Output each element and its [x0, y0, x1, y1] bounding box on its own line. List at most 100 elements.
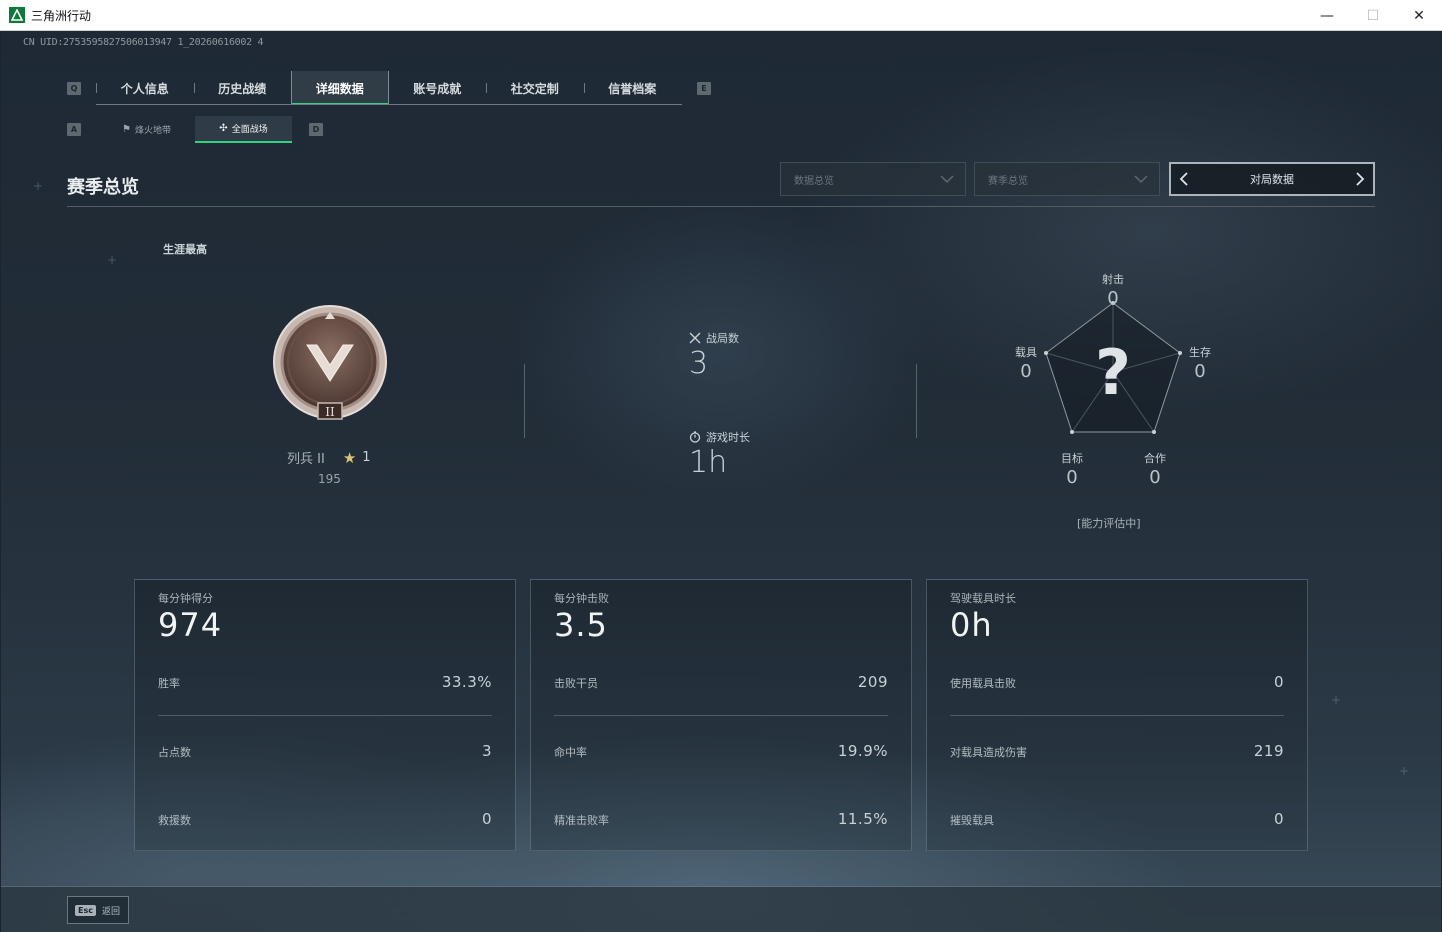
chevron-down-icon — [940, 175, 954, 184]
subtab-flame-zone[interactable]: ⚑ 烽火地带 — [98, 116, 195, 143]
playtime-value: 1h — [689, 445, 728, 480]
crosshair-deco-icon: + — [107, 253, 118, 267]
close-button[interactable]: ✕ — [1396, 0, 1442, 31]
tab-personal-info[interactable]: 个人信息 — [96, 71, 194, 105]
season-dropdown[interactable]: 赛季总览 — [974, 162, 1160, 196]
card-divider — [158, 715, 492, 716]
radar-value-objective: 0 — [1066, 467, 1078, 488]
stat-value: 0 — [481, 810, 492, 828]
app-logo-icon — [9, 7, 25, 23]
tab-detailed-data[interactable]: 详细数据 — [291, 71, 389, 105]
radar-label-survival: 生存 — [1189, 346, 1211, 359]
stat-row: 摧毁载具 0 — [950, 810, 1284, 830]
stat-value: 3 — [481, 742, 492, 760]
rank-info: 列兵 II ★ 1 — [287, 448, 371, 468]
key-hint-d: D — [309, 123, 323, 136]
radar-label-vehicle: 载具 — [1015, 346, 1037, 359]
tab-history[interactable]: 历史战绩 — [193, 71, 292, 105]
main-tabs: 个人信息 历史战绩 详细数据 账号成就 社交定制 信誉档案 — [96, 71, 681, 105]
stat-label: 占点数 — [158, 746, 191, 759]
tab-separator — [193, 83, 195, 93]
stopwatch-icon — [689, 431, 701, 443]
card-head-value: 0h — [950, 606, 993, 644]
stat-value: 0 — [1273, 673, 1284, 691]
radar-label-shooting: 射击 — [1102, 273, 1124, 286]
tab-achievements[interactable]: 账号成就 — [389, 71, 487, 105]
stat-label: 对载具造成伤害 — [950, 746, 1027, 759]
stat-card-vehicle: 驾驶载具时长 0h 使用载具击败 0 对载具造成伤害 219 摧毁载具 0 — [926, 579, 1308, 851]
dropdown-value: 数据总览 — [794, 175, 834, 187]
stat-row: 胜率 33.3% — [158, 673, 492, 693]
rank-numeral: II — [325, 405, 335, 419]
crosshair-deco-icon: + — [1399, 764, 1410, 778]
ability-radar-chart: ? 射击 0 生存 0 合作 0 目标 0 载具 0 — [1002, 252, 1226, 492]
key-hint-a: A — [67, 123, 81, 136]
rank-name: 列兵 II — [287, 452, 325, 467]
matches-label-text: 战局数 — [706, 332, 739, 345]
card-head-label: 每分钟得分 — [158, 592, 213, 605]
tab-label: 历史战绩 — [218, 81, 267, 96]
tab-reputation[interactable]: 信誉档案 — [583, 71, 682, 105]
tab-social[interactable]: 社交定制 — [486, 71, 584, 105]
playtime-label-text: 游戏时长 — [706, 431, 750, 444]
matches-label: 战局数 — [689, 330, 739, 346]
stat-row: 使用载具击败 0 — [950, 673, 1284, 693]
stat-value: 19.9% — [837, 742, 888, 760]
radar-unknown-mark: ? — [1095, 336, 1131, 409]
minimize-button[interactable]: — — [1304, 0, 1350, 31]
stat-value: 0 — [1273, 810, 1284, 828]
card-head-label: 每分钟击败 — [554, 592, 609, 605]
stat-row: 命中率 19.9% — [554, 742, 888, 762]
flame-zone-icon: ⚑ — [122, 124, 131, 135]
back-label: 返回 — [101, 906, 120, 917]
chevron-left-icon[interactable] — [1177, 171, 1191, 187]
radar-value-vehicle: 0 — [1020, 361, 1032, 382]
section-divider — [67, 206, 1375, 207]
stat-label: 摧毁载具 — [950, 814, 994, 827]
stat-card-score: 每分钟得分 974 胜率 33.3% 占点数 3 救援数 0 — [134, 579, 516, 851]
tab-label: 个人信息 — [120, 81, 169, 96]
player-uid: CN UID:2753595827506013947 1_20260616002… — [23, 37, 264, 48]
card-divider — [554, 715, 888, 716]
stat-row: 占点数 3 — [158, 742, 492, 762]
stat-row: 对载具造成伤害 219 — [950, 742, 1284, 762]
crossed-swords-icon — [689, 332, 701, 344]
game-stage: CN UID:2753595827506013947 1_20260616002… — [1, 31, 1441, 932]
data-overview-dropdown[interactable]: 数据总览 — [780, 162, 966, 196]
vertical-divider — [524, 364, 525, 438]
radar-value-shooting: 0 — [1107, 288, 1119, 309]
tabs-underline — [96, 104, 682, 105]
chevron-right-icon[interactable] — [1353, 171, 1367, 187]
stat-label: 精准击败率 — [554, 814, 609, 827]
chevron-down-icon — [1134, 175, 1148, 184]
card-head-value: 3.5 — [554, 606, 608, 644]
tab-label: 账号成就 — [413, 81, 462, 96]
radar-label-objective: 目标 — [1061, 452, 1083, 465]
subtab-label: 全面战场 — [231, 125, 268, 135]
radar-value-survival: 0 — [1194, 361, 1206, 382]
window-title: 三角洲行动 — [31, 8, 92, 23]
vertical-divider — [916, 364, 917, 438]
key-hint-e: E — [697, 82, 711, 95]
back-button[interactable]: Esc 返回 — [67, 896, 129, 924]
stat-value: 219 — [1253, 742, 1284, 760]
section-title: 赛季总览 — [67, 177, 139, 198]
stat-label: 命中率 — [554, 746, 587, 759]
card-head-label: 驾驶载具时长 — [950, 592, 1016, 605]
stat-label: 使用载具击败 — [950, 677, 1016, 690]
stat-row: 精准击败率 11.5% — [554, 810, 888, 830]
card-divider — [950, 715, 1284, 716]
window-titlebar: 三角洲行动 — ☐ ✕ — [0, 0, 1442, 31]
card-head-value: 974 — [158, 606, 223, 644]
esc-key-hint: Esc — [75, 904, 96, 916]
match-data-pager: 对局数据 — [1169, 162, 1375, 196]
tab-separator — [486, 83, 487, 93]
star-icon: ★ — [342, 448, 357, 467]
radar-label-teamwork: 合作 — [1144, 452, 1166, 465]
stat-label: 胜率 — [158, 677, 180, 690]
crosshair-deco-icon: + — [33, 179, 44, 193]
maximize-button[interactable]: ☐ — [1350, 0, 1396, 31]
subtab-battlefield[interactable]: ✣ 全面战场 — [195, 116, 292, 143]
crosshair-deco-icon: + — [1331, 693, 1342, 707]
stat-card-kills: 每分钟击败 3.5 击败干员 209 命中率 19.9% 精准击败率 11.5% — [530, 579, 912, 851]
